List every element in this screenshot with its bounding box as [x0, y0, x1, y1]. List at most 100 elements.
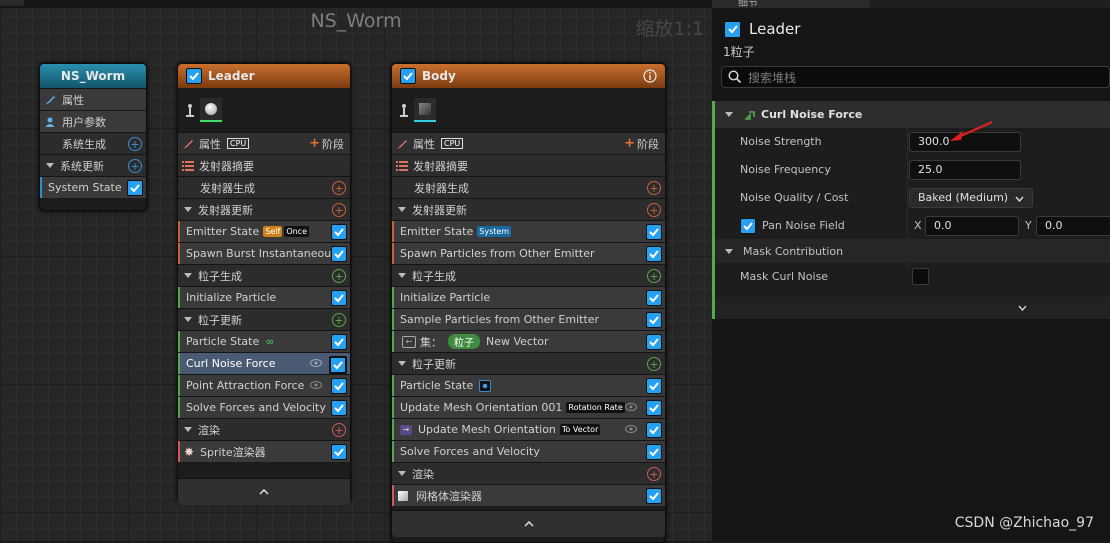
- body-update-mesh-001-row[interactable]: Update Mesh Orientation 001 Rotation Rat…: [392, 396, 665, 418]
- noise-strength-input[interactable]: 300.0: [909, 131, 1021, 152]
- eye-icon[interactable]: [310, 359, 322, 367]
- noise-frequency-input[interactable]: 25.0: [909, 159, 1021, 180]
- sample-particles-checkbox[interactable]: [646, 312, 662, 328]
- emitter-state-checkbox[interactable]: [331, 224, 347, 240]
- add-module-icon[interactable]: +: [332, 181, 346, 195]
- leader-render-row[interactable]: 渲染 +: [178, 418, 350, 440]
- body-render-row[interactable]: 渲染 +: [392, 462, 665, 484]
- graph-tab[interactable]: [0, 0, 24, 6]
- leader-initialize-particle-row[interactable]: Initialize Particle: [178, 286, 350, 308]
- initialize-particle-checkbox[interactable]: [331, 290, 347, 306]
- curl-noise-checkbox[interactable]: [329, 356, 347, 374]
- emitter-thumbnail[interactable]: [414, 98, 436, 122]
- system-user-params-row[interactable]: 用户参数: [40, 110, 146, 132]
- body-sample-particles-row[interactable]: Sample Particles from Other Emitter: [392, 308, 665, 330]
- expand-more-row[interactable]: [712, 297, 1110, 319]
- details-tab[interactable]: 细节: [712, 0, 870, 8]
- eye-icon[interactable]: [625, 425, 637, 433]
- system-node-header[interactable]: NS_Worm: [40, 64, 146, 88]
- add-module-icon[interactable]: +: [332, 203, 346, 217]
- leader-point-attraction-row[interactable]: Point Attraction Force: [178, 374, 350, 396]
- solve-forces-checkbox[interactable]: [331, 400, 347, 416]
- chevron-down-icon[interactable]: [398, 471, 406, 476]
- body-properties-row[interactable]: 属性 CPU + 阶段: [392, 132, 665, 154]
- leader-particle-spawn-row[interactable]: 粒子生成 +: [178, 264, 350, 286]
- pan-noise-checkbox[interactable]: [740, 217, 756, 234]
- leader-emitter-summary-row[interactable]: 发射器摘要: [178, 154, 350, 176]
- set-new-vector-checkbox[interactable]: [646, 334, 662, 350]
- add-module-icon[interactable]: +: [128, 159, 142, 173]
- leader-spawn-burst-row[interactable]: Spawn Burst Instantaneous: [178, 242, 350, 264]
- leader-particle-state-row[interactable]: Particle State ∞: [178, 330, 350, 352]
- chevron-down-icon[interactable]: [725, 248, 733, 254]
- add-module-icon[interactable]: +: [647, 467, 661, 481]
- eye-icon[interactable]: [625, 403, 637, 411]
- chevron-down-icon[interactable]: [184, 427, 192, 432]
- system-state-row[interactable]: System State: [40, 176, 146, 198]
- emitter-state-checkbox[interactable]: [646, 224, 662, 240]
- chevron-down-icon[interactable]: [725, 112, 733, 117]
- body-emitter-state-row[interactable]: Emitter State System: [392, 220, 665, 242]
- chevron-down-icon[interactable]: [398, 273, 406, 278]
- leader-curl-noise-row[interactable]: Curl Noise Force: [178, 352, 350, 374]
- add-module-icon[interactable]: +: [128, 137, 142, 151]
- leader-particle-update-row[interactable]: 粒子更新 +: [178, 308, 350, 330]
- pin-icon[interactable]: [186, 103, 194, 117]
- body-particle-state-row[interactable]: Particle State: [392, 374, 665, 396]
- body-emitter-node[interactable]: Body 属性 CPU + 阶段 发射器摘要 发射器生成 + 发射器更新 + E…: [391, 63, 666, 543]
- body-node-header[interactable]: Body: [392, 64, 665, 88]
- body-emitter-spawn-row[interactable]: 发射器生成 +: [392, 176, 665, 198]
- body-collapse-button[interactable]: [392, 510, 665, 537]
- stage-button[interactable]: + 阶段: [309, 136, 344, 152]
- leader-solve-forces-row[interactable]: Solve Forces and Velocity: [178, 396, 350, 418]
- system-node[interactable]: NS_Worm 属性 用户参数 系统生成 + 系统更新 + System Sta…: [39, 63, 147, 211]
- system-update-row[interactable]: 系统更新 +: [40, 154, 146, 176]
- body-update-mesh-row[interactable]: → Update Mesh Orientation To Vector: [392, 418, 665, 440]
- initialize-particle-checkbox[interactable]: [646, 290, 662, 306]
- pan-y-input[interactable]: 0.0: [1036, 215, 1110, 236]
- noise-quality-dropdown[interactable]: Baked (Medium): [909, 187, 1033, 208]
- leader-emitter-update-row[interactable]: 发射器更新 +: [178, 198, 350, 220]
- node-graph[interactable]: NS_Worm 缩放1:1 NS_Worm 属性 用户参数 系统生成 + 系统更…: [0, 0, 712, 543]
- point-attraction-checkbox[interactable]: [331, 378, 347, 394]
- particle-state-checkbox[interactable]: [331, 334, 347, 350]
- solve-forces-checkbox[interactable]: [646, 444, 662, 460]
- pan-x-input[interactable]: 0.0: [925, 215, 1019, 236]
- body-mesh-renderer-row[interactable]: 网格体渲染器: [392, 484, 665, 506]
- system-spawn-row[interactable]: 系统生成 +: [40, 132, 146, 154]
- update-mesh-001-checkbox[interactable]: [646, 400, 662, 416]
- mask-curl-checkbox[interactable]: [912, 268, 929, 285]
- body-solve-forces-row[interactable]: Solve Forces and Velocity: [392, 440, 665, 462]
- add-module-icon[interactable]: +: [647, 269, 661, 283]
- body-particle-spawn-row[interactable]: 粒子生成 +: [392, 264, 665, 286]
- add-module-icon[interactable]: +: [332, 313, 346, 327]
- leader-enable-checkbox[interactable]: [186, 68, 202, 84]
- emitter-enable-checkbox[interactable]: [724, 20, 741, 38]
- info-icon[interactable]: [643, 69, 657, 83]
- search-box[interactable]: 搜索堆栈: [721, 66, 1110, 88]
- chevron-down-icon[interactable]: [184, 273, 192, 278]
- add-module-icon[interactable]: +: [332, 269, 346, 283]
- mask-contribution-header[interactable]: Mask Contribution: [712, 239, 1110, 263]
- mesh-renderer-checkbox[interactable]: [646, 488, 662, 504]
- add-module-icon[interactable]: +: [332, 423, 346, 437]
- chevron-down-icon[interactable]: [184, 207, 192, 212]
- chevron-down-icon[interactable]: [184, 317, 192, 322]
- stage-button[interactable]: + 阶段: [624, 136, 659, 152]
- leader-properties-row[interactable]: 属性 CPU + 阶段: [178, 132, 350, 154]
- sprite-renderer-checkbox[interactable]: [331, 444, 347, 460]
- spawn-burst-checkbox[interactable]: [331, 246, 347, 262]
- add-module-icon[interactable]: +: [647, 357, 661, 371]
- emitter-thumbnail[interactable]: [200, 98, 222, 122]
- system-properties-row[interactable]: 属性: [40, 88, 146, 110]
- leader-emitter-state-row[interactable]: Emitter State Self Once: [178, 220, 350, 242]
- chevron-down-icon[interactable]: [398, 361, 406, 366]
- leader-emitter-spawn-row[interactable]: 发射器生成 +: [178, 176, 350, 198]
- body-particle-update-row[interactable]: 粒子更新 +: [392, 352, 665, 374]
- particle-state-checkbox[interactable]: [646, 378, 662, 394]
- leader-collapse-button[interactable]: [178, 478, 350, 505]
- chevron-down-icon[interactable]: [398, 207, 406, 212]
- spawn-from-other-checkbox[interactable]: [646, 246, 662, 262]
- body-spawn-from-other-row[interactable]: Spawn Particles from Other Emitter: [392, 242, 665, 264]
- body-initialize-particle-row[interactable]: Initialize Particle: [392, 286, 665, 308]
